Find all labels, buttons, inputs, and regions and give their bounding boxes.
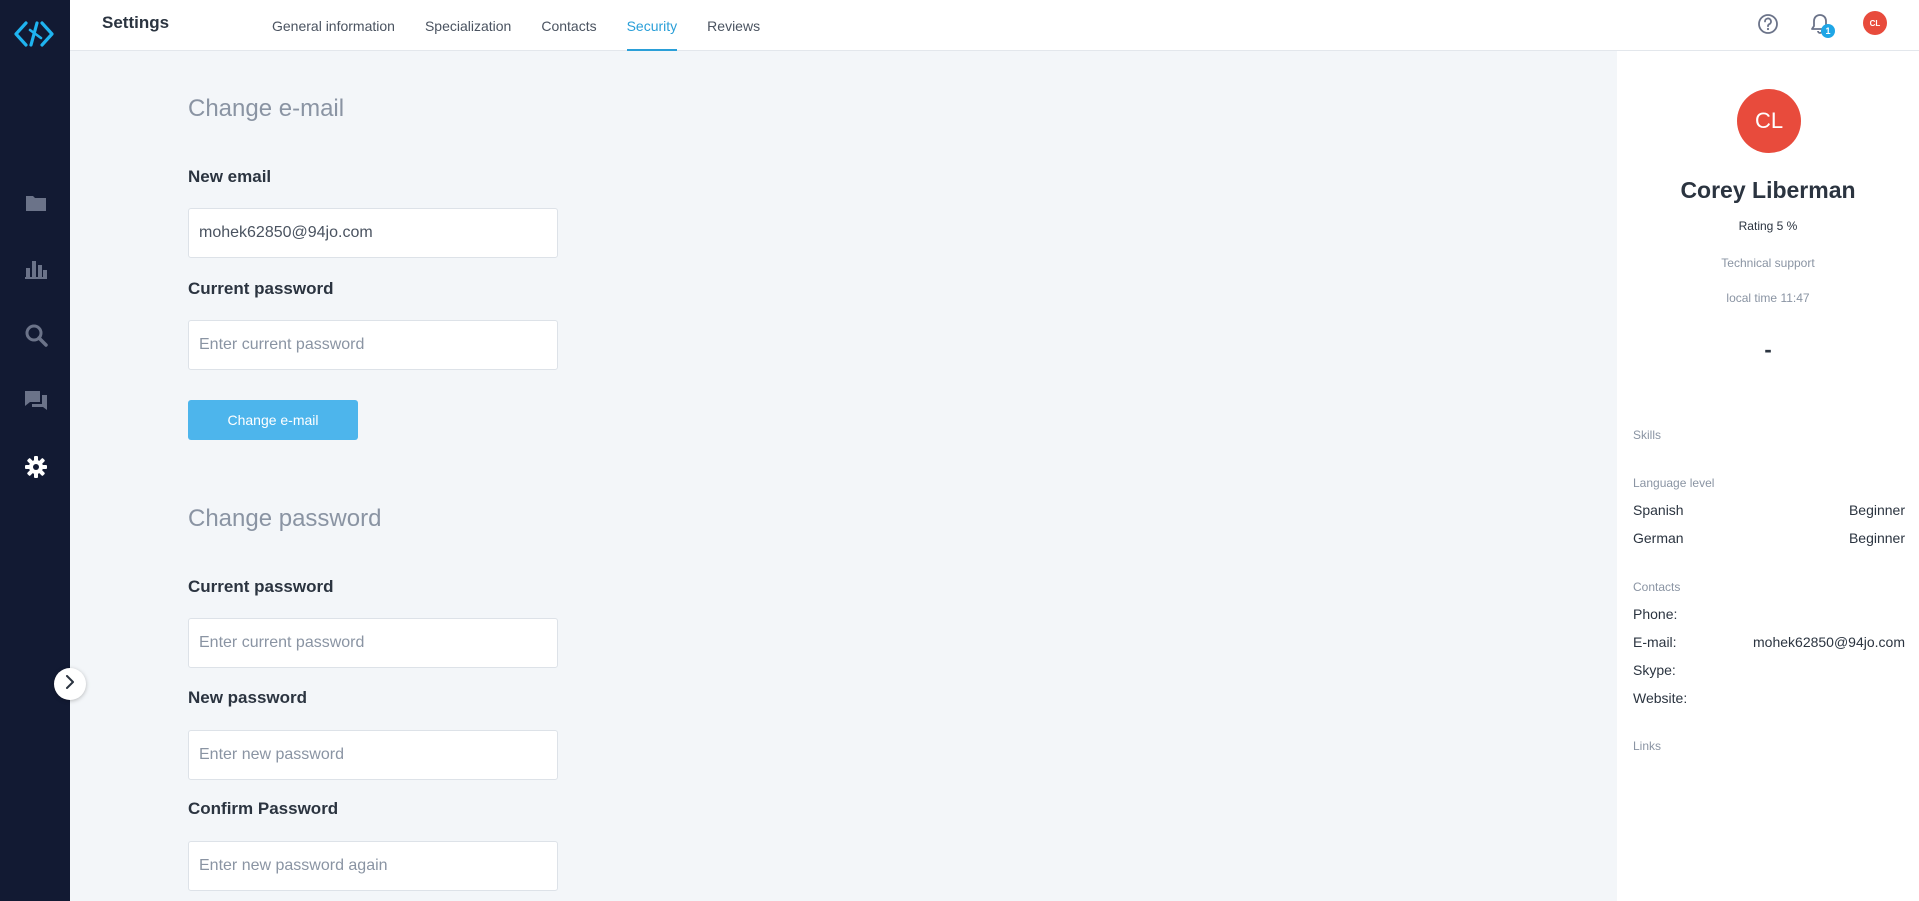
contact-row-website: Website: — [1633, 690, 1905, 706]
confirm-password-label: Confirm Password — [188, 799, 339, 818]
language-row: Spanish Beginner — [1633, 502, 1905, 518]
contact-value: mohek62850@94jo.com — [1753, 634, 1905, 650]
contacts-heading: Contacts — [1633, 580, 1681, 594]
folder-icon[interactable] — [23, 190, 49, 216]
notification-badge: 1 — [1821, 24, 1835, 38]
logo-icon[interactable] — [13, 18, 55, 50]
change-password-title: Change password — [188, 505, 382, 532]
language-name: Spanish — [1633, 502, 1684, 518]
language-level-heading: Language level — [1633, 476, 1715, 490]
security-settings-content: Change e-mail New email Current password… — [70, 51, 1617, 901]
email-current-password-input[interactable] — [188, 320, 558, 370]
notification-bell-icon[interactable]: 1 — [1807, 11, 1835, 38]
tab-security[interactable]: Security — [612, 0, 693, 51]
language-level: Beginner — [1848, 502, 1905, 518]
contact-label: Website: — [1633, 690, 1688, 706]
chat-icon[interactable] — [23, 388, 49, 414]
new-email-input[interactable] — [188, 208, 558, 258]
header-avatar[interactable]: CL — [1863, 11, 1887, 35]
search-icon[interactable] — [23, 322, 49, 348]
contact-label: Skype: — [1633, 662, 1676, 678]
current-password-label: Current password — [188, 279, 334, 298]
bar-chart-icon[interactable] — [23, 256, 49, 282]
profile-dash: - — [1764, 337, 1772, 362]
contact-label: Phone: — [1633, 606, 1678, 622]
tab-bar: General information Specialization Conta… — [257, 0, 775, 51]
profile-avatar: CL — [1737, 89, 1801, 153]
profile-local-time: local time 11:47 — [1726, 291, 1810, 305]
skills-heading: Skills — [1633, 428, 1662, 442]
language-name: German — [1633, 530, 1684, 546]
language-level: Beginner — [1848, 530, 1905, 546]
page-title: Settings — [102, 13, 170, 32]
tab-contacts[interactable]: Contacts — [526, 0, 611, 51]
links-heading: Links — [1633, 739, 1662, 753]
contact-row-email: E-mail: mohek62850@94jo.com — [1633, 634, 1905, 650]
profile-role: Technical support — [1721, 256, 1815, 270]
password-current-input[interactable] — [188, 618, 558, 668]
tab-general-information[interactable]: General information — [257, 0, 410, 51]
chevron-right-icon — [65, 674, 75, 694]
profile-panel: CL Corey Liberman Rating 5 % Technical s… — [1617, 51, 1919, 901]
confirm-password-input[interactable] — [188, 841, 558, 891]
tab-reviews[interactable]: Reviews — [692, 0, 775, 51]
help-icon[interactable] — [1755, 11, 1781, 37]
sidebar-expand-button[interactable] — [54, 668, 86, 700]
contact-row-skype: Skype: — [1633, 662, 1905, 678]
contact-row-phone: Phone: — [1633, 606, 1905, 622]
change-email-button[interactable]: Change e-mail — [188, 400, 358, 440]
contact-label: E-mail: — [1633, 634, 1677, 650]
language-row: German Beginner — [1633, 530, 1905, 546]
profile-rating: Rating 5 % — [1738, 219, 1798, 233]
top-header: Settings General information Specializat… — [70, 0, 1919, 51]
new-password-label: New password — [188, 688, 308, 707]
profile-name: Corey Liberman — [1680, 177, 1856, 203]
gear-icon[interactable] — [23, 454, 49, 480]
new-email-label: New email — [188, 167, 272, 186]
sidebar — [0, 0, 70, 901]
password-current-label: Current password — [188, 577, 334, 596]
new-password-input[interactable] — [188, 730, 558, 780]
tab-specialization[interactable]: Specialization — [410, 0, 526, 51]
change-email-title: Change e-mail — [188, 95, 345, 122]
